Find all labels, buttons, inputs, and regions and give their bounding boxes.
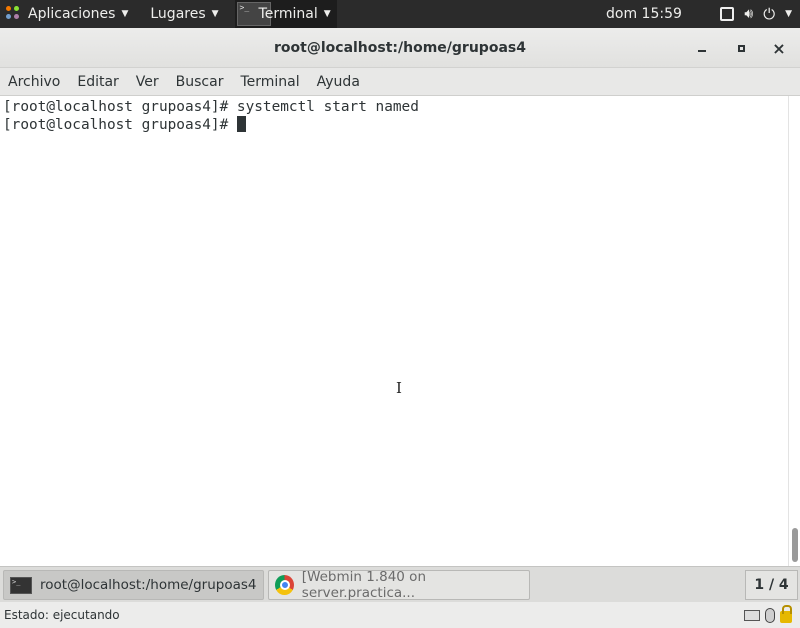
task-label: root@localhost:/home/grupoas4 [40,577,257,593]
terminal-prompt: [root@localhost grupoas4]# [3,117,237,133]
menu-archivo[interactable]: Archivo [8,74,60,90]
task-terminal[interactable]: >_ root@localhost:/home/grupoas4 [3,570,264,600]
window-titlebar[interactable]: root@localhost:/home/grupoas4 × [0,28,800,68]
chevron-down-icon: ▼ [323,9,331,19]
window-list: >_ root@localhost:/home/grupoas4 [Webmin… [0,566,800,602]
window-title: root@localhost:/home/grupoas4 [274,39,526,56]
close-icon: × [772,38,786,58]
volume-icon: 🔊︎ [744,6,754,22]
places-label: Lugares [150,6,206,22]
mouse-icon[interactable] [765,607,775,623]
chrome-icon [275,575,294,595]
screen-icon [720,7,735,21]
minimize-button[interactable] [690,28,714,68]
terminal-line: [root@localhost grupoas4]# systemctl sta… [3,99,419,115]
menu-buscar[interactable]: Buscar [176,74,224,90]
menubar: Archivo Editar Ver Buscar Terminal Ayuda [0,68,800,96]
active-app-menu[interactable]: >_ Terminal ▼ [234,0,337,28]
minimize-icon [698,50,706,52]
terminal-line: [root@localhost grupoas4]# [3,116,788,134]
close-button[interactable]: × [767,28,791,68]
terminal-scrollbar[interactable] [788,96,800,566]
chevron-down-icon: ▼ [211,9,219,19]
clock[interactable]: dom 15:59 [606,0,682,28]
scrollbar-thumb[interactable] [792,528,798,562]
text-cursor [236,116,246,132]
menu-editar[interactable]: Editar [77,74,118,90]
terminal-icon: >_ [10,576,32,594]
ibeam-cursor-icon: I [396,379,402,397]
chevron-down-icon: ▼ [785,9,792,19]
lock-icon[interactable] [780,605,792,623]
terminal-output[interactable]: [root@localhost grupoas4]# systemctl sta… [0,96,788,566]
applications-menu[interactable]: Aplicaciones ▼ [0,0,134,28]
maximize-icon [737,44,745,52]
places-menu[interactable]: Lugares ▼ [144,0,224,28]
applications-label: Aplicaciones [28,6,116,22]
keyboard-icon[interactable] [744,609,760,621]
workspace-indicator[interactable]: 1 / 4 [745,570,798,600]
top-panel: Aplicaciones ▼ Lugares ▼ >_ Terminal ▼ d… [0,0,800,28]
power-icon: ⏻ [763,5,776,23]
menu-ver[interactable]: Ver [136,74,159,90]
status-text: Estado: ejecutando [4,608,120,622]
apps-icon [6,6,22,22]
menu-ayuda[interactable]: Ayuda [317,74,360,90]
task-label: [Webmin 1.840 on server.practica... [301,569,426,601]
task-webmin-browser[interactable]: [Webmin 1.840 on server.practica... [268,569,530,601]
status-icons [744,605,792,623]
system-status-area[interactable]: 🔊︎ ⏻ ▼ [720,0,792,28]
maximize-button[interactable] [729,28,753,68]
active-app-label: Terminal [258,6,318,22]
menu-terminal[interactable]: Terminal [240,74,299,90]
vm-statusbar: Estado: ejecutando [0,602,800,628]
chevron-down-icon: ▼ [121,9,129,19]
